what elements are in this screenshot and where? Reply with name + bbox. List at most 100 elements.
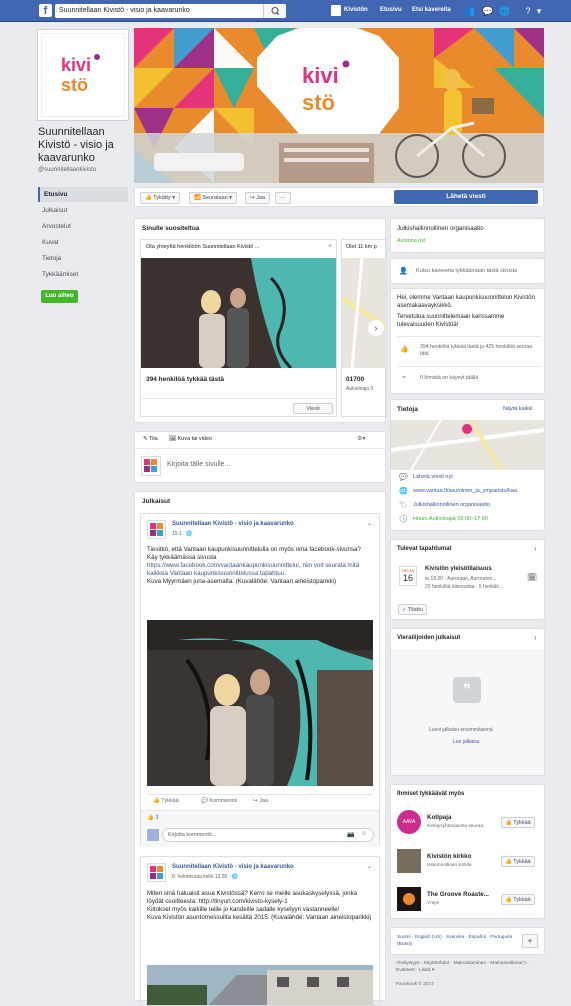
kiviston-kirkko-avatar[interactable] [397, 849, 421, 873]
help-icon[interactable]: ? [523, 6, 533, 16]
message-button[interactable]: Viesti [293, 403, 333, 414]
groove-roasters-avatar[interactable] [397, 887, 421, 911]
composer-tab-status[interactable]: ✎ Tila [143, 436, 158, 442]
suggested-page-2-name[interactable]: Kivistön kirkko [427, 853, 471, 860]
chevron-right-icon[interactable]: › [534, 544, 537, 553]
suggested-page-1-name[interactable]: Kotipaja [427, 814, 451, 821]
emoji-icon[interactable]: ☺ [361, 831, 367, 837]
message-icon: 💬 [399, 474, 408, 481]
left-nav-posts[interactable]: Julkaisut [38, 203, 128, 218]
events-card: Tulevat tapahtumat › HELMI 16 Kivistön y… [390, 539, 545, 620]
event-title[interactable]: Kivistön yleisötilaisuus [425, 566, 492, 572]
suggested-page-3-like-button[interactable]: 👍 Tykkää [501, 894, 535, 905]
visitor-posts-title[interactable]: Vierailijoiden julkaisut [397, 635, 460, 641]
post-2-author[interactable]: Suunnitellaan Kivistö - visio ja kaavaru… [172, 864, 294, 870]
suggested-page-2-like-label: Tykkää [513, 859, 531, 865]
camera-icon[interactable]: 📷 [347, 831, 354, 838]
composer-tab-status-label: Tila [149, 436, 158, 442]
chevron-right-icon[interactable]: › [368, 320, 384, 336]
top-link-home[interactable]: Etusivu [380, 7, 402, 13]
suggested-page-3-sub: Yritys [427, 901, 439, 906]
liked-button[interactable]: 👍 Tykätty ▾ [140, 192, 180, 204]
page-handle[interactable]: @suunnitellaankivisto [38, 167, 96, 173]
chevron-right-icon[interactable]: › [534, 633, 537, 642]
suggested-page-1-like-button[interactable]: 👍 Tykkää [501, 817, 535, 828]
profile-picture[interactable]: kivi stö [37, 29, 129, 121]
about-card: Hei, olemme Vantaan kaupunkisuunnittelun… [390, 288, 545, 394]
create-post-link[interactable]: Luo julkaisu [453, 739, 479, 745]
post-2-avatar[interactable] [147, 863, 166, 882]
post-1-like-button[interactable]: 👍 Tykkää [153, 798, 179, 804]
post-1-options-chevron-down-icon[interactable]: ⌄ [367, 520, 372, 527]
post-1-photo[interactable] [147, 620, 373, 786]
left-nav-home[interactable]: Etusivu [38, 187, 128, 202]
send-message-link[interactable]: Lähetä viesti nyt [413, 474, 453, 480]
language-links[interactable]: Suomi · English (US) · Svenska · Español… [397, 934, 517, 948]
event-day: 16 [402, 573, 413, 583]
post-1-comment-input[interactable]: Kirjoita kommentti... 📷 ☺ [162, 828, 374, 842]
post-2-options-chevron-down-icon[interactable]: ⌄ [367, 863, 372, 870]
friend-requests-icon[interactable]: 👥 [464, 6, 475, 16]
post-1-share-button[interactable]: ↪ Jaa [253, 798, 268, 804]
suggested-item-2[interactable]: Olet 11 km p › 01700 Aukioloaja 0 [341, 239, 387, 417]
event-interest: 22 henkilöä kiinnostaa · 5 henkilö... [425, 584, 504, 590]
post-2-photo[interactable] [147, 965, 373, 1005]
see-all-link[interactable]: Näytä kaikki [503, 406, 533, 412]
post-1-line-2: Käy tykkäämässä sivusta [147, 554, 217, 561]
search-input[interactable]: Suunnitellaan Kivistö - visio ja kaavaru… [55, 4, 286, 18]
likes-info[interactable]: 394 henkilöä tykkää tästä ja 425 henkilö… [420, 344, 535, 358]
open-now-status: Avoinna nyt [397, 238, 426, 244]
top-link-find-friends[interactable]: Etsi kavereita [412, 7, 451, 13]
pages-liked-title: Ihmiset tykkäävät myös [397, 791, 465, 797]
website-link[interactable]: www.vantaa.fi/asuminen_ja_ymparisto/kaa [413, 488, 541, 494]
events-title[interactable]: Tulevat tapahtumat [397, 546, 452, 552]
suggested-page-2-like-button[interactable]: 👍 Tykkää [501, 856, 535, 867]
left-nav-photos[interactable]: Kuvat [38, 235, 128, 250]
search-icon[interactable] [263, 4, 286, 18]
post-1-line-3[interactable]: https://www.facebook.com/vantaankaupunki… [147, 562, 373, 578]
more-button[interactable]: ··· [275, 192, 291, 204]
post-1-avatar[interactable] [147, 520, 166, 539]
left-nav-about[interactable]: Tietoja [38, 251, 128, 266]
left-nav-likes[interactable]: Tykkäämiset [38, 267, 128, 282]
facebook-logo-icon[interactable]: f [39, 4, 52, 17]
post-2-line-1: Miten sinä haluaisit asua Kivistössä? Ke… [147, 890, 358, 905]
notifications-icon[interactable]: 🌐 [499, 6, 510, 16]
subscribed-button[interactable]: ✓ Tilattu [398, 604, 427, 615]
hours-info: Hours Aukioloajat 09:00–17:00 [413, 516, 488, 522]
category-link[interactable]: Julkishallinnollinen organisaatio [413, 502, 490, 508]
create-button[interactable]: Luo aiheo [41, 290, 78, 303]
composer-settings-icon[interactable]: ⚙▾ [357, 435, 365, 442]
info-map[interactable] [391, 420, 544, 470]
following-button[interactable]: 📶 Seurataan ▾ [189, 192, 238, 204]
suggested-item-2-title: 01700 [346, 376, 365, 383]
invite-friends-link[interactable]: Kutsu kavereita tykkäämään tästä sivusta [416, 268, 517, 274]
post-1-meta[interactable]: 19.1 · 🌐 [172, 531, 192, 537]
left-nav-reviews[interactable]: Arvostelut [38, 219, 128, 234]
account-menu-chevron-down-icon[interactable]: ▾ [534, 6, 544, 16]
close-icon[interactable]: × [326, 243, 334, 251]
post-1-line-4: Kuva Myyrmäen juna-asemalta. (Kuvalähde:… [147, 578, 337, 585]
post-2-meta[interactable]: 8. helmikuuta kello 13.30 · 🌐 [172, 874, 238, 880]
send-message-button[interactable]: Lähetä viesti [394, 190, 538, 204]
post-2: Suunnitellaan Kivistö - visio ja kaavaru… [140, 856, 380, 1006]
composer-tab-photo[interactable]: 🖼 Kuva tai video [169, 436, 212, 442]
event-time: to 18.00 · Auroraan, Auroraton... [425, 576, 497, 582]
footer-links[interactable]: Yksityisyys · Käyttöehdot · Mainostamine… [396, 960, 541, 974]
suggested-page-3-name[interactable]: The Groove Roaste... [427, 891, 489, 898]
share-button[interactable]: ↪ Jaa [245, 192, 271, 204]
composer-input[interactable]: Kirjoita tälle sivulle... [167, 461, 230, 468]
messages-icon[interactable]: 💬 [482, 6, 493, 16]
suggested-page-1-like-label: Tykkää [513, 820, 531, 826]
cover-photo[interactable]: kivi stö [134, 28, 544, 183]
kotipaja-avatar[interactable]: AAVA [397, 810, 421, 834]
top-link-profile[interactable]: Kivistön [344, 7, 368, 13]
suggested-item-1[interactable]: Ota yhteyttä henkilöön Suunnitellaan Kiv… [140, 239, 337, 417]
post-1-comment-button[interactable]: 💬 Kommentoi [201, 798, 237, 804]
add-language-button[interactable]: + [522, 934, 538, 948]
post-1-reactions[interactable]: 👍 3 [147, 815, 158, 821]
calendar-icon[interactable]: 🗓 [527, 573, 537, 582]
profile-avatar[interactable] [331, 5, 341, 16]
post-1-comment-placeholder: Kirjoita kommentti... [168, 832, 217, 838]
post-1-author[interactable]: Suunnitellaan Kivistö - visio ja kaavaru… [172, 521, 294, 527]
